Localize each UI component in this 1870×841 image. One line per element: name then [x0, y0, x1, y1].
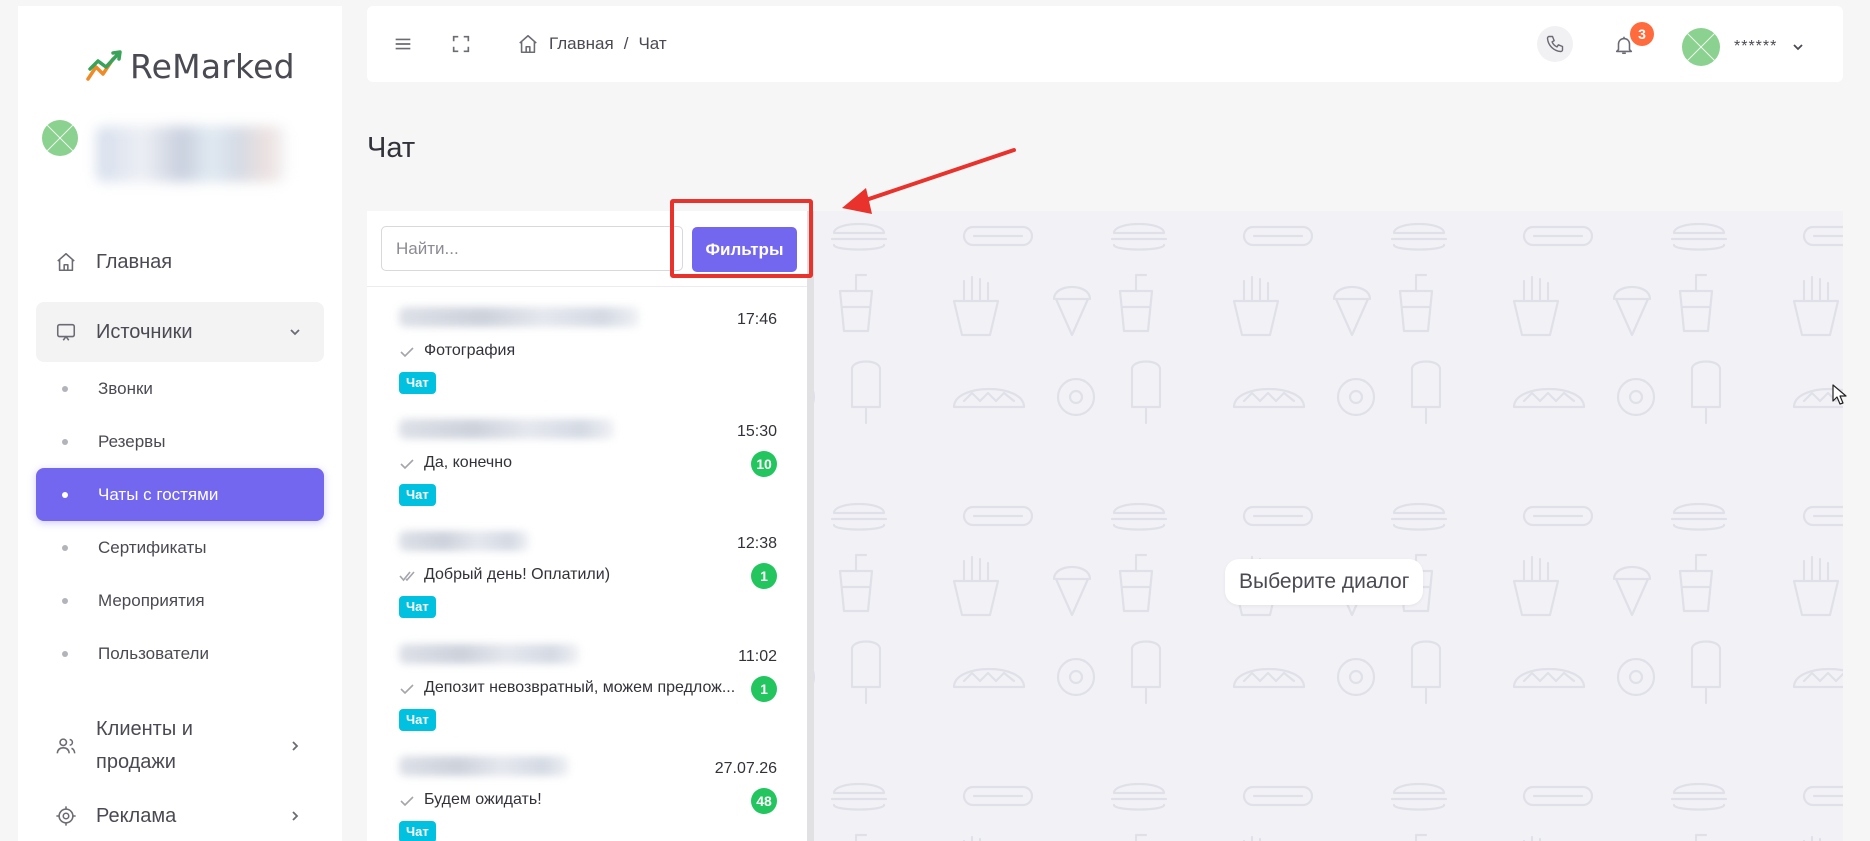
- chat-list-item[interactable]: 27.07.26 Будем ожидать! 48 Чат: [367, 746, 807, 841]
- sidebar-item-sources[interactable]: Источники: [36, 302, 324, 362]
- chat-tag: Чат: [399, 821, 436, 841]
- contact-name-blurred: [399, 756, 569, 776]
- check-icon: [400, 796, 414, 807]
- double-check-icon: [399, 571, 415, 582]
- sidebar-subitem-calls[interactable]: Звонки: [36, 362, 324, 415]
- user-menu[interactable]: ******: [1682, 28, 1805, 66]
- fullscreen-icon[interactable]: [449, 32, 473, 56]
- contact-name-blurred: [399, 531, 529, 551]
- sidebar-subitem-guest-chats[interactable]: Чаты с гостями: [36, 468, 324, 521]
- top-bar: Главная / Чат 3 ******: [367, 6, 1843, 82]
- chat-list-panel: Фильтры 17:46 Фотография Чат 15:30 Да, к…: [367, 211, 814, 841]
- sidebar-nav: Главная Источники Звонки Резервы Чаты с …: [36, 232, 324, 841]
- home-icon: [54, 250, 78, 274]
- profile-name-blurred: [96, 126, 286, 182]
- message-time: 11:02: [738, 648, 777, 665]
- select-dialog-placeholder: Выберите диалог: [1225, 559, 1424, 605]
- sidebar-item-clients-sales[interactable]: Клиенты и продажи: [36, 706, 324, 786]
- sidebar-subitem-events[interactable]: Мероприятия: [36, 574, 324, 627]
- chevron-right-icon: [292, 741, 299, 751]
- avatar: [42, 120, 78, 156]
- divider: [367, 286, 807, 287]
- unread-count-badge: 1: [751, 676, 777, 702]
- notification-count-badge: 3: [1630, 22, 1654, 46]
- chevron-down-icon: [1793, 44, 1803, 51]
- users-icon: [54, 734, 78, 758]
- menu-icon[interactable]: [391, 32, 415, 56]
- sidebar: ReMarked Главная Источники Звонки Резерв…: [18, 6, 342, 841]
- breadcrumb-separator: /: [623, 34, 629, 53]
- message-time: 15:30: [736, 423, 777, 440]
- user-name: ******: [1734, 38, 1778, 55]
- message-time: 12:38: [736, 535, 777, 552]
- chevron-right-icon: [292, 811, 299, 821]
- target-icon: [54, 804, 78, 828]
- chat-tag: Чат: [399, 484, 436, 506]
- sidebar-item-label: Главная: [96, 250, 173, 273]
- breadcrumb: Главная / Чат: [517, 30, 667, 58]
- chat-list-item[interactable]: 17:46 Фотография Чат: [367, 297, 807, 409]
- home-icon[interactable]: [517, 33, 539, 55]
- contact-name-blurred: [399, 419, 614, 439]
- check-icon: [400, 684, 414, 695]
- sidebar-item-label: Источники: [96, 320, 193, 343]
- filters-button[interactable]: Фильтры: [692, 227, 797, 272]
- chat-area: Выберите диалог: [814, 211, 1843, 841]
- message-time: 27.07.26: [714, 760, 777, 777]
- logo-text: ReMarked: [130, 46, 295, 86]
- sidebar-subitem-reservations[interactable]: Резервы: [36, 415, 324, 468]
- sidebar-item-label: Реклама: [96, 804, 177, 827]
- message-preview: Добрый день! Оплатили): [424, 566, 611, 583]
- breadcrumb-home-link[interactable]: Главная: [549, 34, 614, 54]
- sidebar-item-label: Клиенты и продажи: [96, 718, 193, 773]
- monitor-icon: [54, 320, 78, 344]
- message-preview: Да, конечно: [424, 454, 512, 471]
- message-preview: Депозит невозвратный, можем предлож...: [424, 679, 736, 696]
- unread-count-badge: 48: [751, 788, 777, 814]
- chat-list-item[interactable]: 12:38 Добрый день! Оплатили) 1 Чат: [367, 521, 807, 633]
- contact-name-blurred: [399, 307, 639, 327]
- breadcrumb-current: Чат: [638, 34, 667, 53]
- sidebar-item-advertising[interactable]: Реклама: [36, 786, 324, 841]
- search-input[interactable]: [381, 226, 683, 271]
- chat-list-item[interactable]: 15:30 Да, конечно 10 Чат: [367, 409, 807, 521]
- profile-block[interactable]: [42, 120, 332, 190]
- sidebar-subitem-users[interactable]: Пользователи: [36, 627, 324, 680]
- check-icon: [400, 459, 414, 470]
- sidebar-item-home[interactable]: Главная: [36, 232, 324, 292]
- user-avatar: [1682, 28, 1720, 66]
- message-preview: Фотография: [424, 342, 516, 359]
- chat-tag: Чат: [399, 709, 436, 731]
- message-time: 17:46: [736, 311, 777, 328]
- chevron-down-icon: [290, 329, 300, 336]
- unread-count-badge: 10: [751, 451, 777, 477]
- chat-list-item[interactable]: 11:02 Депозит невозвратный, можем предло…: [367, 634, 807, 746]
- chat-tag: Чат: [399, 596, 436, 618]
- message-preview: Будем ожидать!: [424, 791, 542, 808]
- app-logo[interactable]: ReMarked: [86, 44, 295, 88]
- page-title: Чат: [367, 132, 416, 164]
- phone-icon: [1546, 35, 1564, 53]
- annotation-arrow: [842, 148, 1016, 214]
- food-pattern-background: [814, 211, 1843, 841]
- mouse-cursor-icon: [1832, 384, 1847, 405]
- phone-button[interactable]: [1537, 26, 1573, 62]
- sidebar-subitem-certificates[interactable]: Сертификаты: [36, 521, 324, 574]
- chat-tag: Чат: [399, 372, 436, 394]
- contact-name-blurred: [399, 644, 579, 664]
- chart-logo-icon: [86, 50, 122, 81]
- unread-count-badge: 1: [751, 563, 777, 589]
- check-icon: [400, 347, 414, 358]
